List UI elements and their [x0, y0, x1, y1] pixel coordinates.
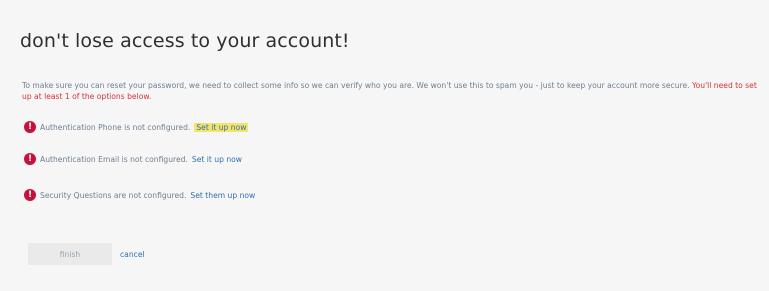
- page-title: don't lose access to your account!: [20, 30, 350, 52]
- error-icon: !: [24, 189, 36, 201]
- setup-questions-link[interactable]: Set them up now: [190, 191, 255, 200]
- setup-email-link[interactable]: Set it up now: [192, 155, 242, 164]
- cancel-link[interactable]: cancel: [120, 250, 145, 259]
- option-authentication-phone: ! Authentication Phone is not configured…: [24, 121, 249, 133]
- option-status-text: Security Questions are not configured.: [40, 190, 187, 200]
- registration-page: don't lose access to your account! To ma…: [0, 0, 769, 291]
- finish-button[interactable]: finish: [28, 243, 112, 265]
- option-security-questions: ! Security Questions are not configured.…: [24, 189, 255, 201]
- option-status-text: Authentication Email is not configured.: [40, 154, 188, 164]
- intro-description: To make sure you can reset your password…: [22, 81, 690, 90]
- option-authentication-email: ! Authentication Email is not configured…: [24, 153, 242, 165]
- option-status-text: Authentication Phone is not configured.: [40, 122, 191, 132]
- error-icon: !: [24, 153, 36, 165]
- error-icon: !: [24, 121, 36, 133]
- intro-text: To make sure you can reset your password…: [22, 80, 762, 102]
- setup-phone-link[interactable]: Set it up now: [194, 122, 249, 132]
